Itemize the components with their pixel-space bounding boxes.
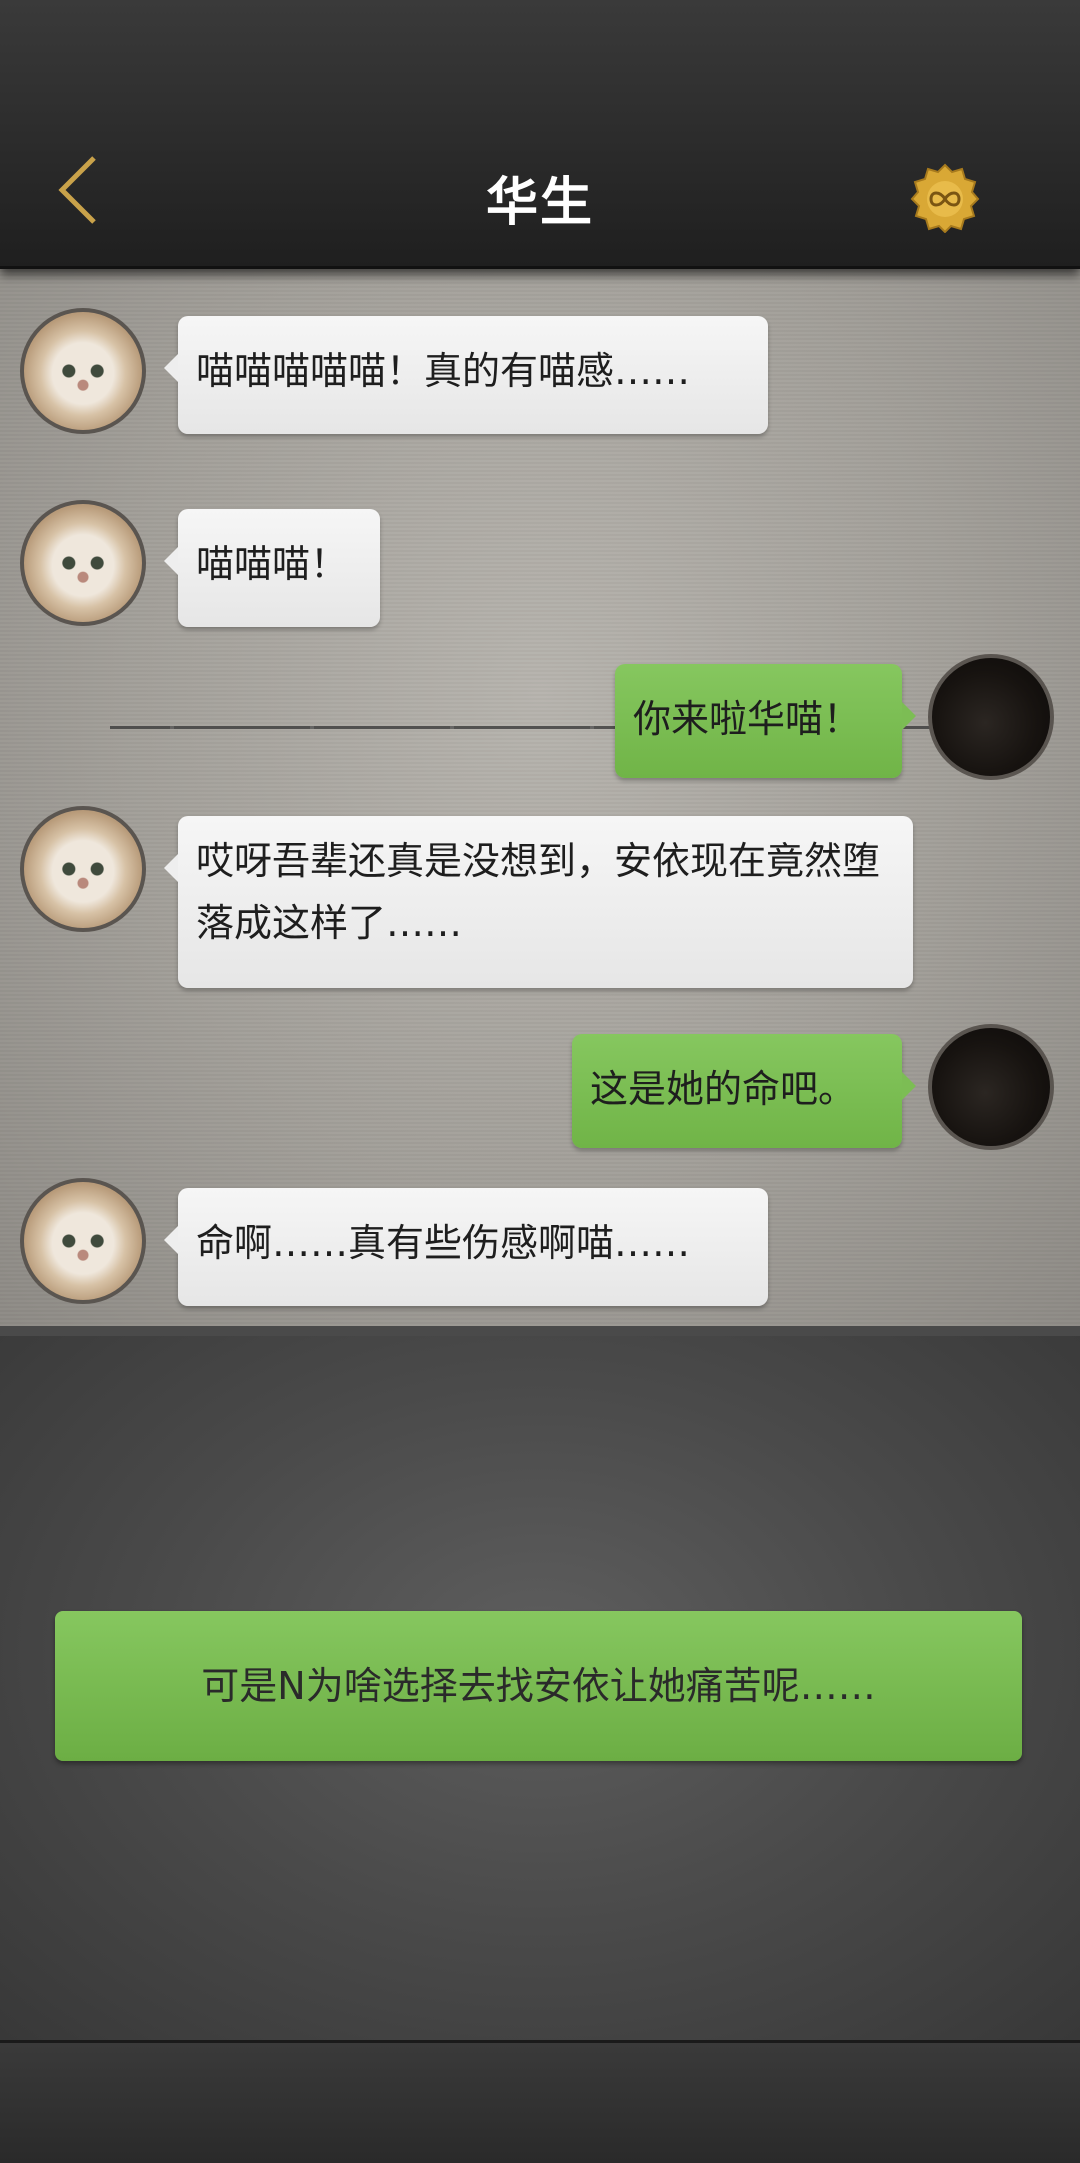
message-text: 哎呀吾辈还真是没想到，安依现在竟然堕落成这样了……: [196, 839, 881, 945]
cat-avatar[interactable]: [20, 500, 146, 626]
message-text: 喵喵喵喵喵！真的有喵感……: [196, 349, 691, 393]
infinity-medal-button[interactable]: [910, 163, 980, 234]
reply-choice-button[interactable]: 可是N为啥选择去找安依让她痛苦呢……: [55, 1611, 1022, 1761]
player-avatar[interactable]: [928, 654, 1054, 780]
chat-panel[interactable]: 喵喵喵喵喵！真的有喵感…… 喵喵喵！ 你来啦华喵！ 哎呀吾辈还真是没想到，安依现…: [0, 266, 1080, 1336]
message-text: 命啊……真有些伤感啊喵……: [196, 1221, 691, 1265]
infinity-medal-icon: [910, 163, 980, 234]
message-bubble-left: 喵喵喵！: [164, 509, 380, 627]
choice-area: 可是N为啥选择去找安依让她痛苦呢……: [0, 1336, 1080, 2040]
cat-avatar[interactable]: [20, 806, 146, 932]
message-text: 喵喵喵！: [196, 542, 349, 586]
bottom-bar: [0, 2040, 1080, 2163]
player-avatar[interactable]: [928, 1024, 1054, 1150]
message-bubble-left: 哎呀吾辈还真是没想到，安依现在竟然堕落成这样了……: [164, 816, 913, 988]
message-text: 这是她的命吧。: [590, 1067, 857, 1111]
app-header: 华生: [0, 0, 1080, 269]
cat-avatar[interactable]: [20, 1178, 146, 1304]
message-text: 你来啦华喵！: [633, 697, 862, 741]
message-bubble-right: 你来啦华喵！: [615, 664, 916, 778]
message-bubble-left: 命啊……真有些伤感啊喵……: [164, 1188, 768, 1306]
cat-avatar[interactable]: [20, 308, 146, 434]
message-bubble-left: 喵喵喵喵喵！真的有喵感……: [164, 316, 768, 434]
message-bubble-right: 这是她的命吧。: [572, 1034, 916, 1148]
